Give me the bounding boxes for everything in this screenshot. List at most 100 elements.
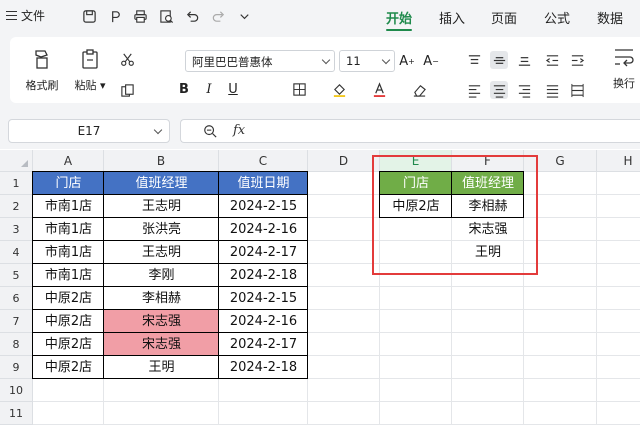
italic-icon[interactable]: I xyxy=(200,80,218,98)
bold-icon[interactable]: B xyxy=(175,80,193,98)
row-header-3[interactable]: 3 xyxy=(0,218,33,241)
table-border-line xyxy=(33,240,308,241)
table-cell[interactable]: 王志明 xyxy=(104,241,219,264)
table-cell[interactable]: 王明 xyxy=(104,356,219,379)
table-cell[interactable]: 王志明 xyxy=(104,195,219,218)
font-size-select[interactable]: 11 xyxy=(339,50,395,72)
row-header-4[interactable]: 4 xyxy=(0,241,33,264)
table-cell[interactable]: 市南1店 xyxy=(33,218,104,241)
table-cell[interactable]: 宋志强 xyxy=(104,310,219,333)
row-header-11[interactable]: 11 xyxy=(0,402,33,425)
row-header-2[interactable]: 2 xyxy=(0,195,33,218)
align-top-icon[interactable] xyxy=(465,51,483,69)
tab-data[interactable]: 数据 xyxy=(597,8,623,27)
table-cell[interactable]: 市南1店 xyxy=(33,195,104,218)
clear-icon[interactable] xyxy=(410,80,428,98)
undo-icon[interactable] xyxy=(183,7,201,25)
font-family-select[interactable]: 阿里巴巴普惠体 xyxy=(185,50,335,72)
row-header-7[interactable]: 7 xyxy=(0,310,33,333)
borders-icon[interactable] xyxy=(290,80,308,98)
name-box[interactable]: E17 xyxy=(8,119,170,143)
formula-bar: E17 fx xyxy=(0,107,640,149)
export-pdf-icon[interactable] xyxy=(106,7,124,25)
hamburger-icon xyxy=(6,11,17,20)
table-cell[interactable]: 市南1店 xyxy=(33,241,104,264)
file-menu[interactable]: 文件 xyxy=(6,7,45,24)
table-cell[interactable]: 2024-2-18 xyxy=(219,356,308,379)
column-header-d[interactable]: D xyxy=(308,150,380,172)
table-cell[interactable]: 中原2店 xyxy=(33,333,104,356)
table-cell[interactable]: 2024-2-16 xyxy=(219,310,308,333)
select-all-corner[interactable] xyxy=(0,150,33,172)
table-cell[interactable]: 中原2店 xyxy=(33,356,104,379)
table-cell[interactable]: 2024-2-16 xyxy=(219,218,308,241)
decrease-font-icon[interactable]: A − xyxy=(422,52,440,70)
increase-indent-icon[interactable] xyxy=(568,51,586,69)
tab-home[interactable]: 开始 xyxy=(386,8,412,27)
row-header-8[interactable]: 8 xyxy=(0,333,33,356)
annotation-red-box xyxy=(372,155,538,275)
cut-icon[interactable] xyxy=(118,50,136,68)
row-header-9[interactable]: 9 xyxy=(0,356,33,379)
wrap-text-button[interactable]: 换行 xyxy=(602,45,640,91)
table-cell[interactable]: 2024-2-17 xyxy=(219,241,308,264)
redo-icon[interactable] xyxy=(209,7,227,25)
grid-line xyxy=(596,172,597,425)
decrease-indent-icon[interactable] xyxy=(543,51,561,69)
table-cell[interactable]: 李刚 xyxy=(104,264,219,287)
row-header-6[interactable]: 6 xyxy=(0,287,33,310)
paste-button[interactable]: 粘贴 ▾ xyxy=(68,47,112,93)
save-icon[interactable] xyxy=(80,7,98,25)
tab-formulas[interactable]: 公式 xyxy=(544,8,570,27)
grid-line xyxy=(33,401,640,402)
row-header-5[interactable]: 5 xyxy=(0,264,33,287)
column-header-a[interactable]: A xyxy=(33,150,104,172)
tab-insert[interactable]: 插入 xyxy=(439,8,465,27)
row-header-1[interactable]: 1 xyxy=(0,172,33,195)
format-painter-button[interactable]: 格式刷 xyxy=(20,47,64,93)
print-icon[interactable] xyxy=(131,7,149,25)
fill-color-icon[interactable] xyxy=(330,80,348,98)
zoom-icon[interactable] xyxy=(203,124,217,138)
column-header-h[interactable]: H xyxy=(597,150,640,172)
justify-icon[interactable] xyxy=(543,81,561,99)
column-header-c[interactable]: C xyxy=(219,150,308,172)
header-cell[interactable]: 门店 xyxy=(33,172,104,195)
copy-icon[interactable] xyxy=(118,81,136,99)
align-bottom-icon[interactable] xyxy=(515,51,533,69)
column-header-b[interactable]: B xyxy=(104,150,219,172)
font-color-icon[interactable] xyxy=(370,80,388,98)
formula-input[interactable]: fx xyxy=(180,119,640,143)
table-cell[interactable]: 中原2店 xyxy=(33,287,104,310)
align-right-icon[interactable] xyxy=(515,81,533,99)
menu-bar: 文件 开始 插入 页面 公式 数据 xyxy=(0,0,640,33)
distributed-icon[interactable] xyxy=(568,81,586,99)
increase-font-icon[interactable]: A + xyxy=(398,52,416,70)
table-cell[interactable]: 中原2店 xyxy=(33,310,104,333)
chevron-down-icon xyxy=(381,55,391,65)
quick-access-dropdown-icon[interactable] xyxy=(235,7,253,25)
row-header-10[interactable]: 10 xyxy=(0,379,33,402)
table-cell[interactable]: 宋志强 xyxy=(104,333,219,356)
underline-icon[interactable]: U xyxy=(224,80,242,98)
table-cell[interactable]: 2024-2-15 xyxy=(219,287,308,310)
chevron-down-icon xyxy=(321,55,331,65)
table-cell[interactable]: 2024-2-17 xyxy=(219,333,308,356)
table-cell[interactable]: 2024-2-15 xyxy=(219,195,308,218)
active-tab-indicator xyxy=(386,29,412,31)
align-center-icon[interactable] xyxy=(490,81,508,99)
table-cell[interactable]: 张洪亮 xyxy=(104,218,219,241)
header-cell[interactable]: 值班经理 xyxy=(104,172,219,195)
font-family-value: 阿里巴巴普惠体 xyxy=(192,55,273,69)
print-preview-icon[interactable] xyxy=(157,7,175,25)
table-cell[interactable]: 李相赫 xyxy=(104,287,219,310)
align-left-icon[interactable] xyxy=(465,81,483,99)
tab-page[interactable]: 页面 xyxy=(491,8,517,27)
table-cell[interactable]: 市南1店 xyxy=(33,264,104,287)
table-cell[interactable]: 2024-2-18 xyxy=(219,264,308,287)
spreadsheet-grid[interactable]: ABCDEFGH 1 2 3 4 5 6 7 8 9 10 11 门店 值班经理 值班日期 市南1店 王志明… xyxy=(0,150,640,425)
fx-icon[interactable]: fx xyxy=(233,123,245,138)
file-menu-label: 文件 xyxy=(21,9,46,23)
header-cell[interactable]: 值班日期 xyxy=(219,172,308,195)
align-middle-icon[interactable] xyxy=(490,51,508,69)
